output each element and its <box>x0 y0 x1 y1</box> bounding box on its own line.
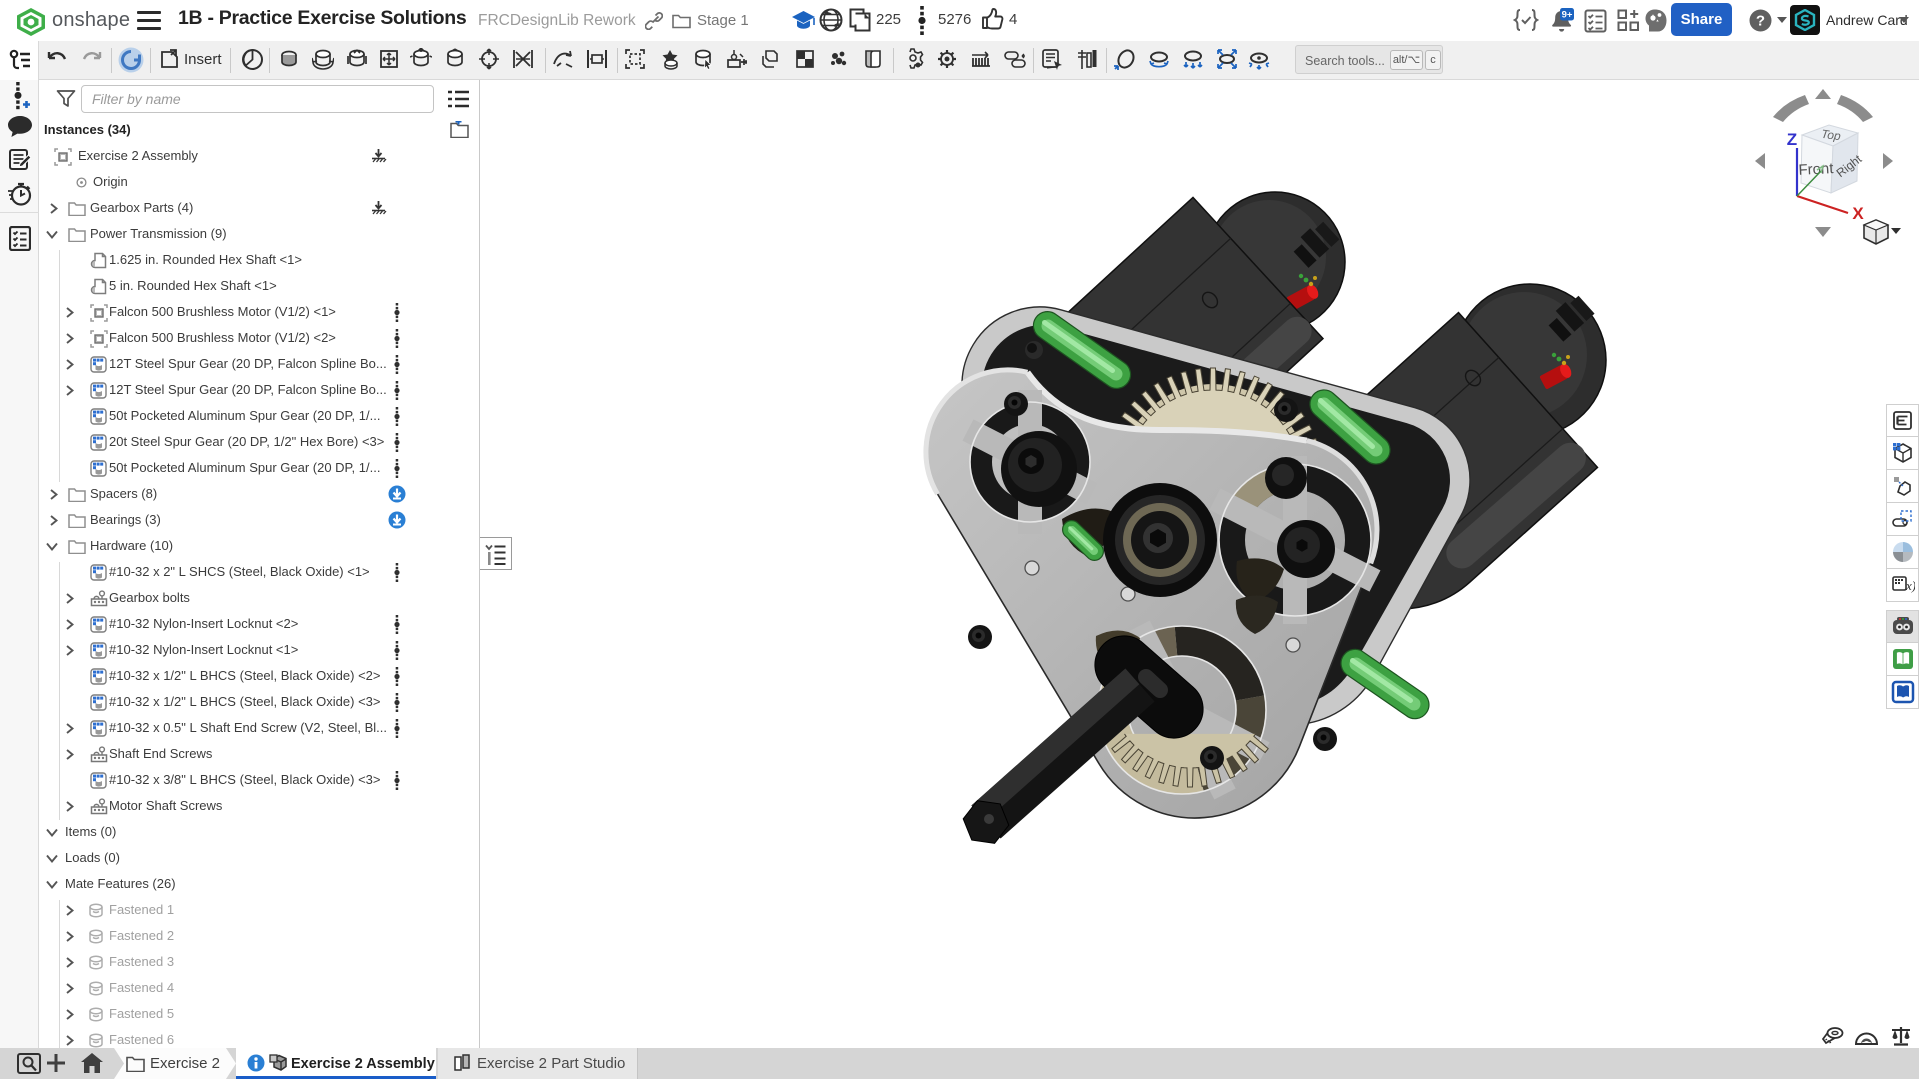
svg-text:?: ? <box>1756 13 1765 30</box>
svg-text:9+: 9+ <box>1562 10 1573 21</box>
svg-text:x): x) <box>1905 578 1915 593</box>
svg-text:Z: Z <box>1787 130 1797 149</box>
svg-text:Top: Top <box>1820 127 1842 144</box>
